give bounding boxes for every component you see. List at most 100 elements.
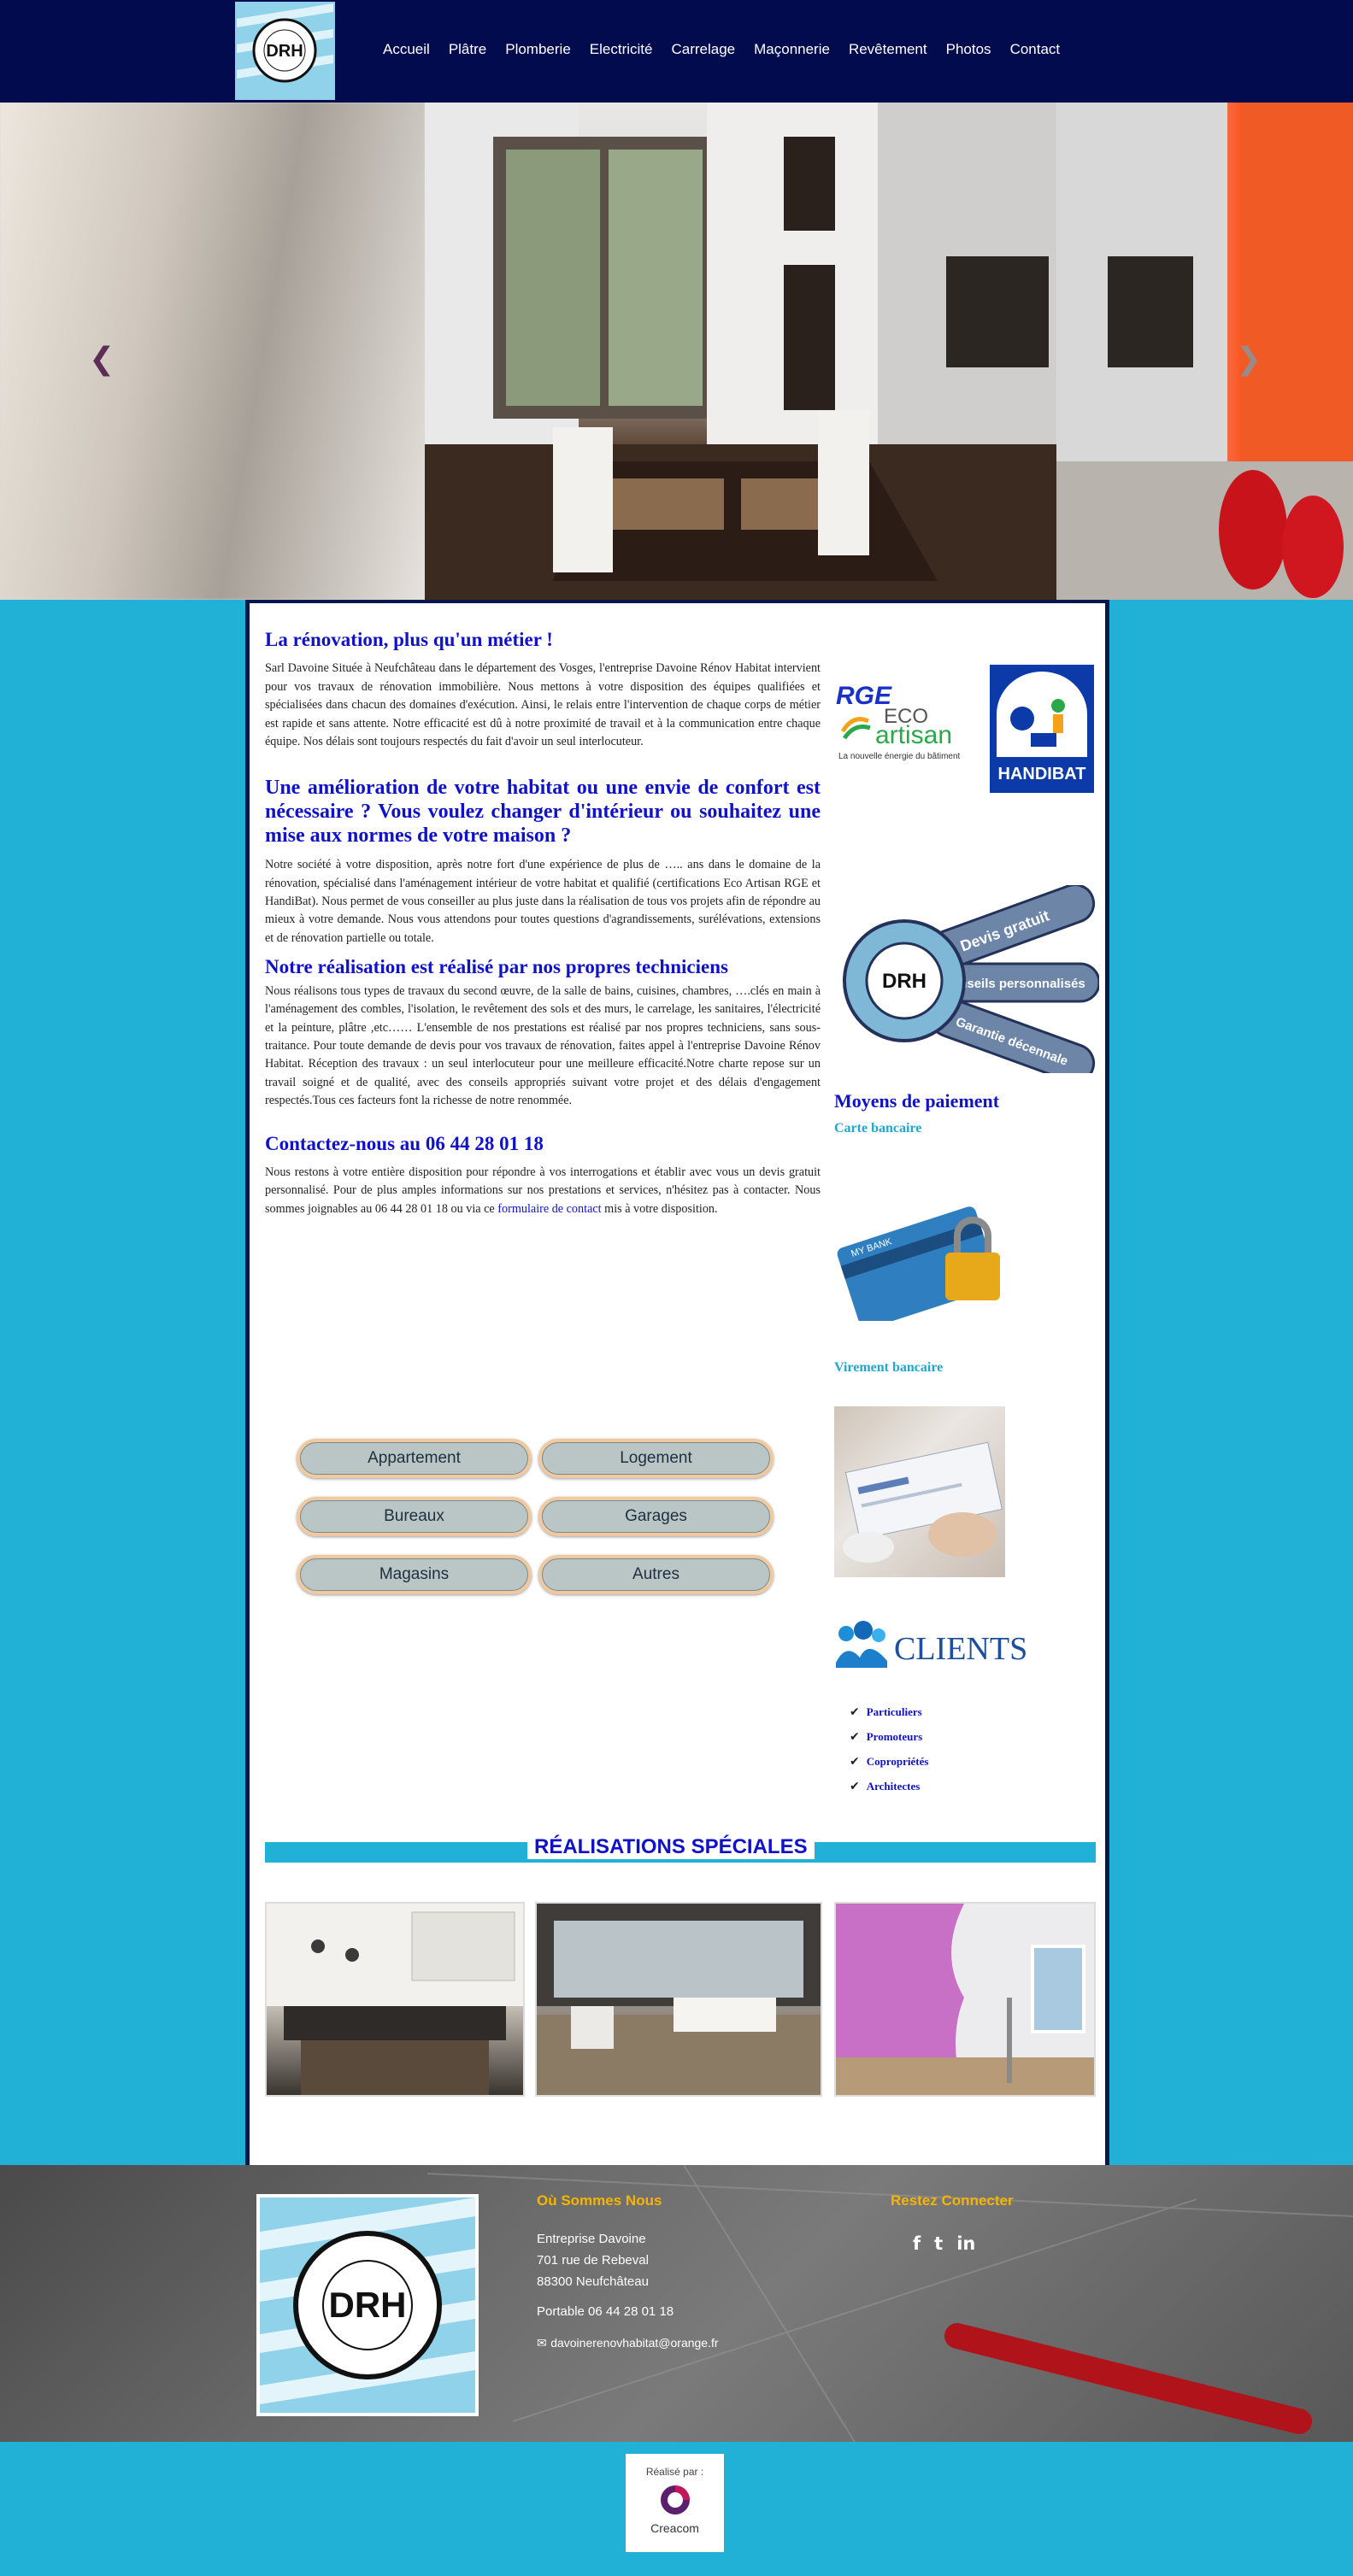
- where-title: Où Sommes Nous: [537, 2192, 662, 2209]
- contact-form-link[interactable]: formulaire de contact: [497, 1202, 601, 1216]
- credit-card-padlock-image: MY BANK: [837, 1206, 1000, 1321]
- footer-logo[interactable]: DRH: [256, 2194, 479, 2416]
- cheque-signing-image: [834, 1406, 1005, 1577]
- phone: Portable 06 44 28 01 18: [537, 2304, 674, 2319]
- amelioration-text: Notre société à votre disposition, après…: [265, 858, 821, 945]
- social-links: f t in: [913, 2233, 975, 2254]
- drh-guarantees-emblem: Devis gratuit Conseils personnalisés Gar…: [843, 885, 1099, 1073]
- facebook-icon[interactable]: f: [913, 2233, 921, 2254]
- special-photo-kitchen[interactable]: [265, 1902, 525, 2097]
- payment-title: Moyens de paiement: [834, 1090, 1000, 1112]
- menu-item-accueil[interactable]: Accueil: [383, 41, 430, 58]
- category-label: Bureaux: [300, 1500, 528, 1533]
- footer-logo-graphic: DRH: [260, 2198, 475, 2404]
- special-photo-living-room[interactable]: [535, 1902, 822, 2097]
- category-button-logement[interactable]: Logement: [538, 1439, 774, 1478]
- site-logo[interactable]: DRH: [235, 2, 335, 100]
- menu-item-electricite[interactable]: Electricité: [590, 41, 653, 58]
- hero-slider: ❮ ❯: [0, 103, 1353, 600]
- email-row[interactable]: ✉ davoinerenovhabitat@orange.fr: [537, 2336, 719, 2350]
- menu-item-revetement[interactable]: Revêtement: [849, 41, 927, 58]
- envelope-icon: ✉: [537, 2337, 551, 2350]
- hero-slide-previous: [0, 103, 425, 600]
- menu-item-plomberie[interactable]: Plomberie: [505, 41, 571, 58]
- checkmark-icon: ✔: [850, 1730, 860, 1744]
- checkmark-icon: ✔: [850, 1755, 860, 1769]
- category-label: Magasins: [300, 1558, 528, 1591]
- category-button-bureaux[interactable]: Bureaux: [297, 1497, 532, 1536]
- client-type-label: Copropriétés: [866, 1755, 929, 1768]
- category-label: Garages: [542, 1500, 770, 1533]
- contact-text: Nous restons à votre entière disposition…: [265, 1164, 821, 1218]
- company-name: Entreprise Davoine: [537, 2232, 646, 2246]
- clients-logo-text: CLIENTS: [894, 1631, 1027, 1667]
- top-navbar: DRH Accueil Plâtre Plomberie Electricité…: [0, 0, 1353, 103]
- accessibility-icon: [1010, 699, 1065, 747]
- realisation-title: Notre réalisation est réalisé par nos pr…: [265, 956, 728, 978]
- linkedin-icon[interactable]: in: [956, 2233, 975, 2254]
- nav-logo-text: DRH: [266, 42, 303, 61]
- main-content: La rénovation, plus qu'un métier ! Sarl …: [245, 600, 1109, 2165]
- creacom-credit[interactable]: Réalisé par : Creacom: [626, 2454, 724, 2552]
- clients-logo: CLIENTS: [836, 1621, 1027, 1668]
- footer-logo-text: DRH: [329, 2285, 407, 2325]
- social-title: Restez Connecter: [891, 2192, 1014, 2209]
- living-room-image: [537, 1904, 821, 2095]
- menu-item-maconnerie[interactable]: Maçonnerie: [754, 41, 830, 58]
- payment-card-label: Carte bancaire: [834, 1121, 922, 1135]
- twitter-icon[interactable]: t: [934, 2233, 943, 2254]
- category-label: Appartement: [300, 1442, 528, 1475]
- hero-slide-next: [1056, 103, 1353, 600]
- payment-transfer-label: Virement bancaire: [834, 1360, 944, 1375]
- drh-logo-graphic: DRH: [237, 3, 333, 98]
- list-item[interactable]: ✔ Particuliers: [850, 1705, 928, 1719]
- rge-tagline: La nouvelle énergie du bâtiment: [838, 752, 961, 761]
- checkmark-icon: ✔: [850, 1780, 860, 1793]
- intro-text: Sarl Davoine Située à Neufchâteau dans l…: [265, 661, 821, 749]
- creacom-logo-icon: [660, 2485, 690, 2514]
- list-item[interactable]: ✔ Promoteurs: [850, 1730, 928, 1744]
- email-address: davoinerenovhabitat@orange.fr: [550, 2336, 719, 2350]
- footer-address: Où Sommes Nous Entreprise Davoine 701 ru…: [537, 2192, 719, 2350]
- category-buttons: Appartement Logement Bureaux Garages Mag…: [297, 1439, 775, 1594]
- artisan-text: artisan: [875, 721, 952, 749]
- hero-next-image: [1056, 103, 1353, 600]
- menu-item-contact[interactable]: Contact: [1010, 41, 1061, 58]
- special-section-title: RÉALISATIONS SPÉCIALES: [527, 1835, 815, 1859]
- handibat-badge: HANDIBAT: [990, 665, 1094, 793]
- contact-text-after: mis à votre disposition.: [601, 1201, 718, 1216]
- handibat-label: HANDIBAT: [997, 765, 1086, 783]
- menu-item-platre[interactable]: Plâtre: [449, 41, 486, 58]
- category-button-garages[interactable]: Garages: [538, 1497, 774, 1536]
- list-item[interactable]: ✔ Copropriétés: [850, 1755, 928, 1769]
- client-type-label: Architectes: [866, 1780, 921, 1793]
- category-button-appartement[interactable]: Appartement: [297, 1439, 532, 1478]
- slider-next-arrow[interactable]: ❯: [1236, 342, 1262, 377]
- footer: DRH Où Sommes Nous Entreprise Davoine 70…: [0, 2165, 1353, 2442]
- intro-title: La rénovation, plus qu'un métier !: [265, 629, 553, 650]
- cheque-graphic: [843, 1441, 1003, 1563]
- menu-item-photos[interactable]: Photos: [946, 41, 991, 58]
- street: 701 rue de Rebeval: [537, 2253, 649, 2268]
- category-button-magasins[interactable]: Magasins: [297, 1555, 532, 1594]
- category-button-autres[interactable]: Autres: [538, 1555, 774, 1594]
- amelioration-title: Une amélioration de votre habitat ou une…: [265, 777, 821, 847]
- footer-social: Restez Connecter: [891, 2192, 1014, 2209]
- left-column: La rénovation, plus qu'un métier ! Sarl …: [265, 629, 821, 1244]
- kitchen-image: [267, 1904, 523, 2095]
- painting-room-image: [836, 1904, 1094, 2095]
- category-label: Logement: [542, 1442, 770, 1475]
- special-photo-painting[interactable]: [834, 1902, 1096, 2097]
- client-type-label: Promoteurs: [866, 1730, 923, 1743]
- list-item[interactable]: ✔ Architectes: [850, 1780, 928, 1793]
- slider-prev-arrow[interactable]: ❮: [89, 342, 115, 377]
- hero-interior-image: [425, 103, 1056, 600]
- realisation-text: Nous réalisons tous types de travaux du …: [265, 983, 821, 1108]
- menu-item-carrelage[interactable]: Carrelage: [671, 41, 735, 58]
- client-type-label: Particuliers: [866, 1705, 922, 1718]
- rge-eco-artisan-badge: RGE ECO artisan La nouvelle énergie du b…: [836, 682, 961, 761]
- credit-label: Réalisé par :: [645, 2466, 704, 2478]
- main-menu: Accueil Plâtre Plomberie Electricité Car…: [383, 41, 1079, 58]
- category-label: Autres: [542, 1558, 770, 1591]
- emblem-drh-text: DRH: [882, 970, 927, 993]
